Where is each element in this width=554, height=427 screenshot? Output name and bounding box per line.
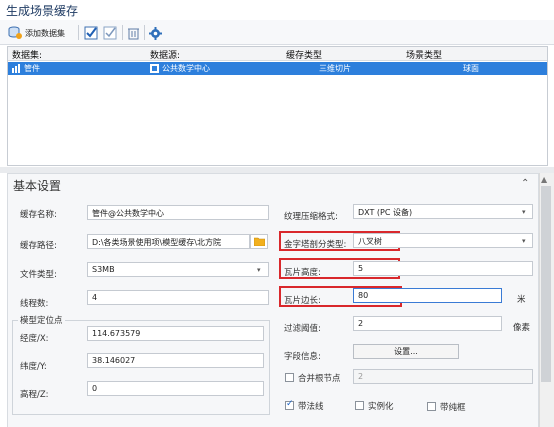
cell-cache-type: 三维切片 [319,64,351,73]
toolbar-divider [78,25,79,40]
browse-folder-button[interactable] [250,234,268,249]
toolbar-divider [122,25,123,40]
texture-format-label: 纹理压缩格式: [284,212,338,222]
cell-dataset: 管件 [24,64,40,73]
merge-root-label: 合并根节点 [298,374,341,384]
dataset-grid: 数据集: 数据源: 缓存类型 场景类型 管件 公共数学中心 三维切片 球面 [7,46,548,166]
merge-root-checkbox[interactable] [285,373,294,382]
column-header-dataset[interactable]: 数据集: [12,48,42,61]
toolbar-divider [144,25,145,40]
lon-label: 经度/X: [20,334,49,344]
column-header-datasource[interactable]: 数据源: [150,48,180,61]
filter-threshold-label: 过滤阈值: [284,324,321,334]
settings-icon [149,26,162,40]
instancing-label: 实例化 [368,402,394,412]
column-header-scene-type[interactable]: 场景类型 [406,48,442,61]
tile-height-field[interactable]: 5 [353,261,533,276]
file-type-dropdown[interactable]: S3MB [87,262,269,277]
section-title: 基本设置 [13,179,62,193]
elev-field[interactable]: 0 [87,381,264,396]
invert-select-button[interactable] [103,24,117,42]
normals-checkbox[interactable] [285,399,294,410]
instancing-checkbox[interactable] [355,401,364,410]
tile-side-field[interactable]: 80 [353,288,502,303]
pyramid-type-label: 金字塔剖分类型: [284,240,347,250]
select-all-button[interactable] [84,24,98,42]
chevron-down-icon[interactable]: ▾ [522,237,526,245]
filter-threshold-unit: 像素 [513,323,531,333]
datasource-icon [150,64,159,73]
cache-path-field[interactable]: D:\各类场景使用项\模型缓存\北方院 [87,234,250,249]
check-all-icon [84,26,98,40]
toolbar: 添加数据集 [0,20,554,45]
check-icon [103,26,117,40]
cache-path-label: 缓存路径: [20,241,57,251]
database-add-icon [8,26,22,39]
collapse-chevron-icon[interactable]: ⌃ [521,178,529,189]
add-dataset-label: 添加数据集 [25,28,65,38]
window-title: 生成场景缓存 [0,0,554,20]
filter-threshold-field[interactable]: 2 [353,316,502,331]
delete-icon [128,28,139,40]
model-position-group-label: 模型定位点 [18,314,65,326]
lon-field[interactable]: 114.673579 [87,326,264,341]
folder-icon [254,237,265,246]
pyramid-type-dropdown[interactable]: 八叉树 [353,233,533,248]
file-type-value: S3MB [92,265,115,274]
chevron-down-icon[interactable]: ▾ [522,208,526,216]
table-row[interactable]: 管件 公共数学中心 三维切片 球面 [8,62,547,75]
file-type-label: 文件类型: [20,270,57,280]
threads-label: 线程数: [20,299,49,309]
tile-side-label: 瓦片边长: [284,296,321,306]
chevron-down-icon[interactable]: ▾ [257,266,261,274]
scrollbar-thumb[interactable] [541,186,551,382]
model-dataset-icon [12,64,20,73]
column-header-cache-type[interactable]: 缓存类型 [286,48,322,61]
lat-field[interactable]: 38.146027 [87,353,264,368]
delete-button[interactable] [127,24,140,42]
texture-format-dropdown[interactable]: DXT (PC 设备) [353,204,533,219]
normals-label: 带法线 [298,402,324,412]
cache-name-label: 缓存名称: [20,210,57,220]
elev-label: 高程/Z: [20,390,49,400]
field-settings-button[interactable]: 设置... [353,344,459,359]
cache-name-field[interactable]: 管件@公共数学中心 [87,205,269,220]
tile-height-label: 瓦片高度: [284,268,321,278]
pyramid-type-value: 八叉树 [358,237,382,246]
tile-side-unit: 米 [517,295,526,305]
scroll-up-icon[interactable]: ▲ [541,175,547,184]
field-info-label: 字段信息: [284,352,321,362]
merge-root-field[interactable]: 2 [353,369,533,384]
border-checkbox[interactable] [427,402,436,411]
border-label: 带纯框 [440,403,466,413]
threads-field[interactable]: 4 [87,290,269,305]
lat-label: 纬度/Y: [20,362,47,372]
add-dataset-button[interactable]: 添加数据集 [8,24,65,42]
texture-format-value: DXT (PC 设备) [358,208,413,217]
cell-scene-type: 球面 [463,64,479,73]
grid-header: 数据集: 数据源: 缓存类型 场景类型 [8,47,547,61]
settings-button[interactable] [149,24,162,42]
cell-datasource: 公共数学中心 [162,64,210,73]
